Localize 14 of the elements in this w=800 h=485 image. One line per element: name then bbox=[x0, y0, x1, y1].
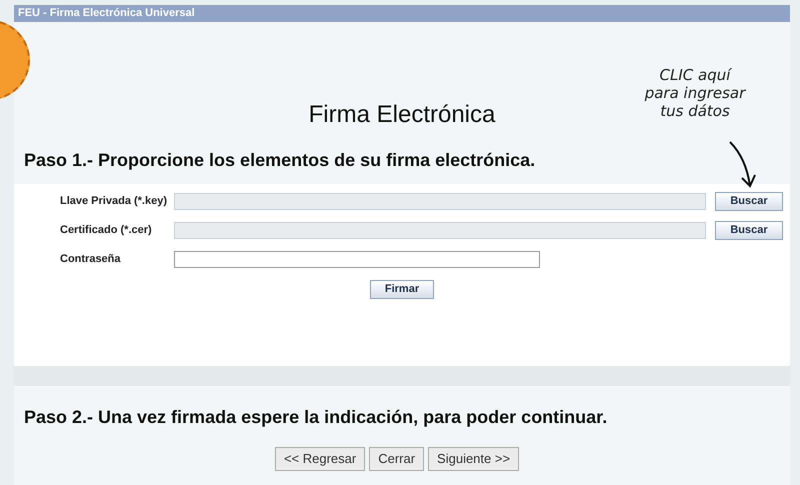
sign-button[interactable]: Firmar bbox=[370, 280, 434, 299]
arrow-icon bbox=[728, 140, 758, 190]
window-title: FEU - Firma Electrónica Universal bbox=[14, 5, 790, 22]
field-label: Llave Privada (*.key) bbox=[59, 194, 168, 210]
password-field[interactable] bbox=[174, 251, 540, 268]
step-heading: Paso 1.- Proporcione los elementos de su firma electrónica. bbox=[24, 149, 536, 172]
handwritten-note: CLIC aquí para ingresar tus dátos bbox=[644, 66, 747, 120]
page-heading: Firma Electrónica bbox=[308, 100, 496, 130]
field-label: Contraseña bbox=[59, 252, 122, 268]
field-label: Certificado (*.cer) bbox=[59, 223, 153, 238]
step-heading: Paso 2.- Una vez firmada espere la indicación, para poder continuar. bbox=[24, 406, 608, 429]
nav-button[interactable]: << Regresar bbox=[274, 447, 366, 471]
nav-button[interactable]: Cerrar bbox=[369, 447, 424, 471]
nav-button[interactable]: Siguiente >> bbox=[428, 447, 520, 471]
